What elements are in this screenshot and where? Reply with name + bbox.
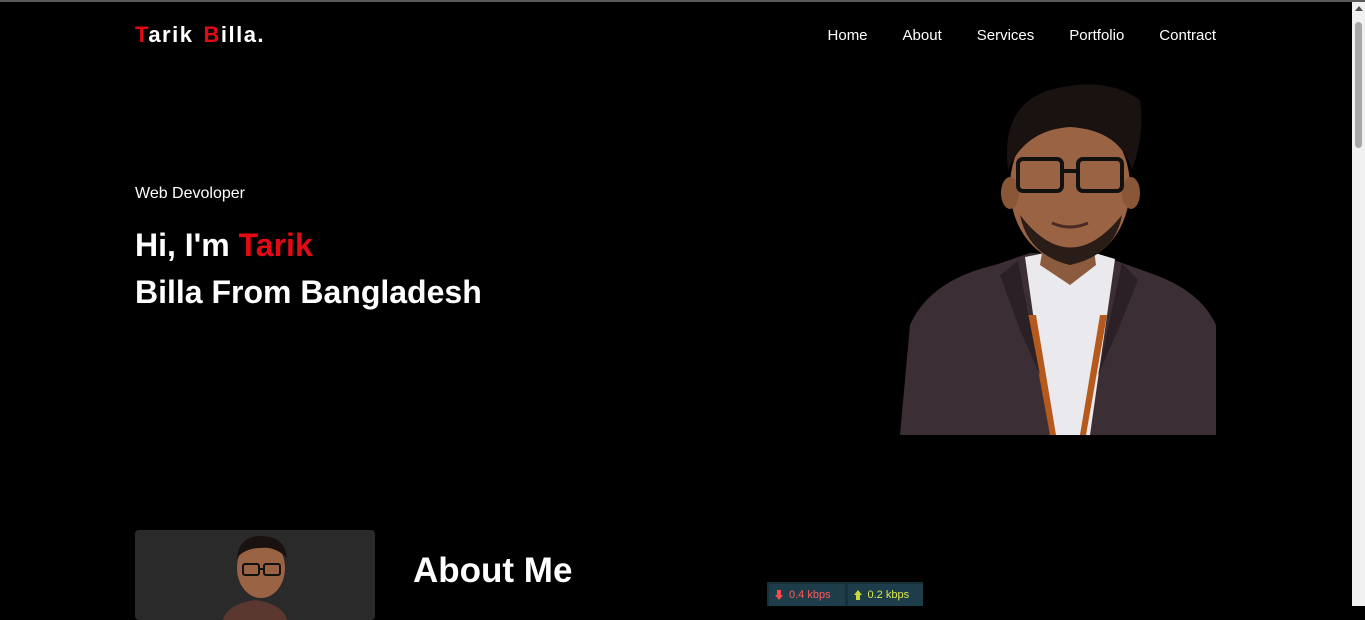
hero-greeting: Hi, I'm: [135, 227, 239, 263]
scroll-up-arrow-icon[interactable]: [1355, 6, 1363, 11]
nav-services-link[interactable]: Services: [977, 27, 1035, 44]
hero-portrait-image: [900, 84, 1216, 435]
hero-name-highlight: Tarik: [238, 227, 313, 263]
arrow-up-icon: [853, 590, 862, 600]
about-portrait-image: [223, 536, 287, 620]
about-photo-card: [135, 530, 375, 620]
hero-subtitle: Web Devoloper: [135, 185, 245, 202]
logo[interactable]: Tarik Billa.: [135, 22, 265, 48]
nav-portfolio-link[interactable]: Portfolio: [1069, 27, 1124, 44]
hero-title-line2: Billa From Bangladesh: [135, 274, 482, 310]
arrow-down-icon: [775, 590, 783, 600]
logo-text-illa: illa.: [220, 22, 266, 47]
logo-initial-t: T: [135, 22, 149, 47]
logo-initial-b: B: [203, 22, 221, 47]
main-nav: Home About Services Portfolio Contract: [828, 27, 1216, 44]
scrollbar-thumb[interactable]: [1355, 22, 1362, 148]
hero-title: Hi, I'm Tarik Billa From Bangladesh: [135, 222, 482, 316]
logo-text-arik: arik: [148, 22, 194, 47]
nav-about-link[interactable]: About: [903, 27, 942, 44]
about-section-title: About Me: [413, 551, 573, 590]
window-top-border: [0, 0, 1365, 2]
network-speed-widget: 0.4 kbps 0.2 kbps: [767, 582, 923, 606]
nav-home-link[interactable]: Home: [828, 27, 868, 44]
upload-speed: 0.2 kbps: [847, 584, 923, 606]
download-speed: 0.4 kbps: [769, 584, 845, 606]
upload-speed-value: 0.2 kbps: [867, 589, 910, 601]
page-scrollbar[interactable]: [1352, 2, 1365, 606]
nav-contract-link[interactable]: Contract: [1159, 27, 1216, 44]
download-speed-value: 0.4 kbps: [789, 589, 831, 601]
